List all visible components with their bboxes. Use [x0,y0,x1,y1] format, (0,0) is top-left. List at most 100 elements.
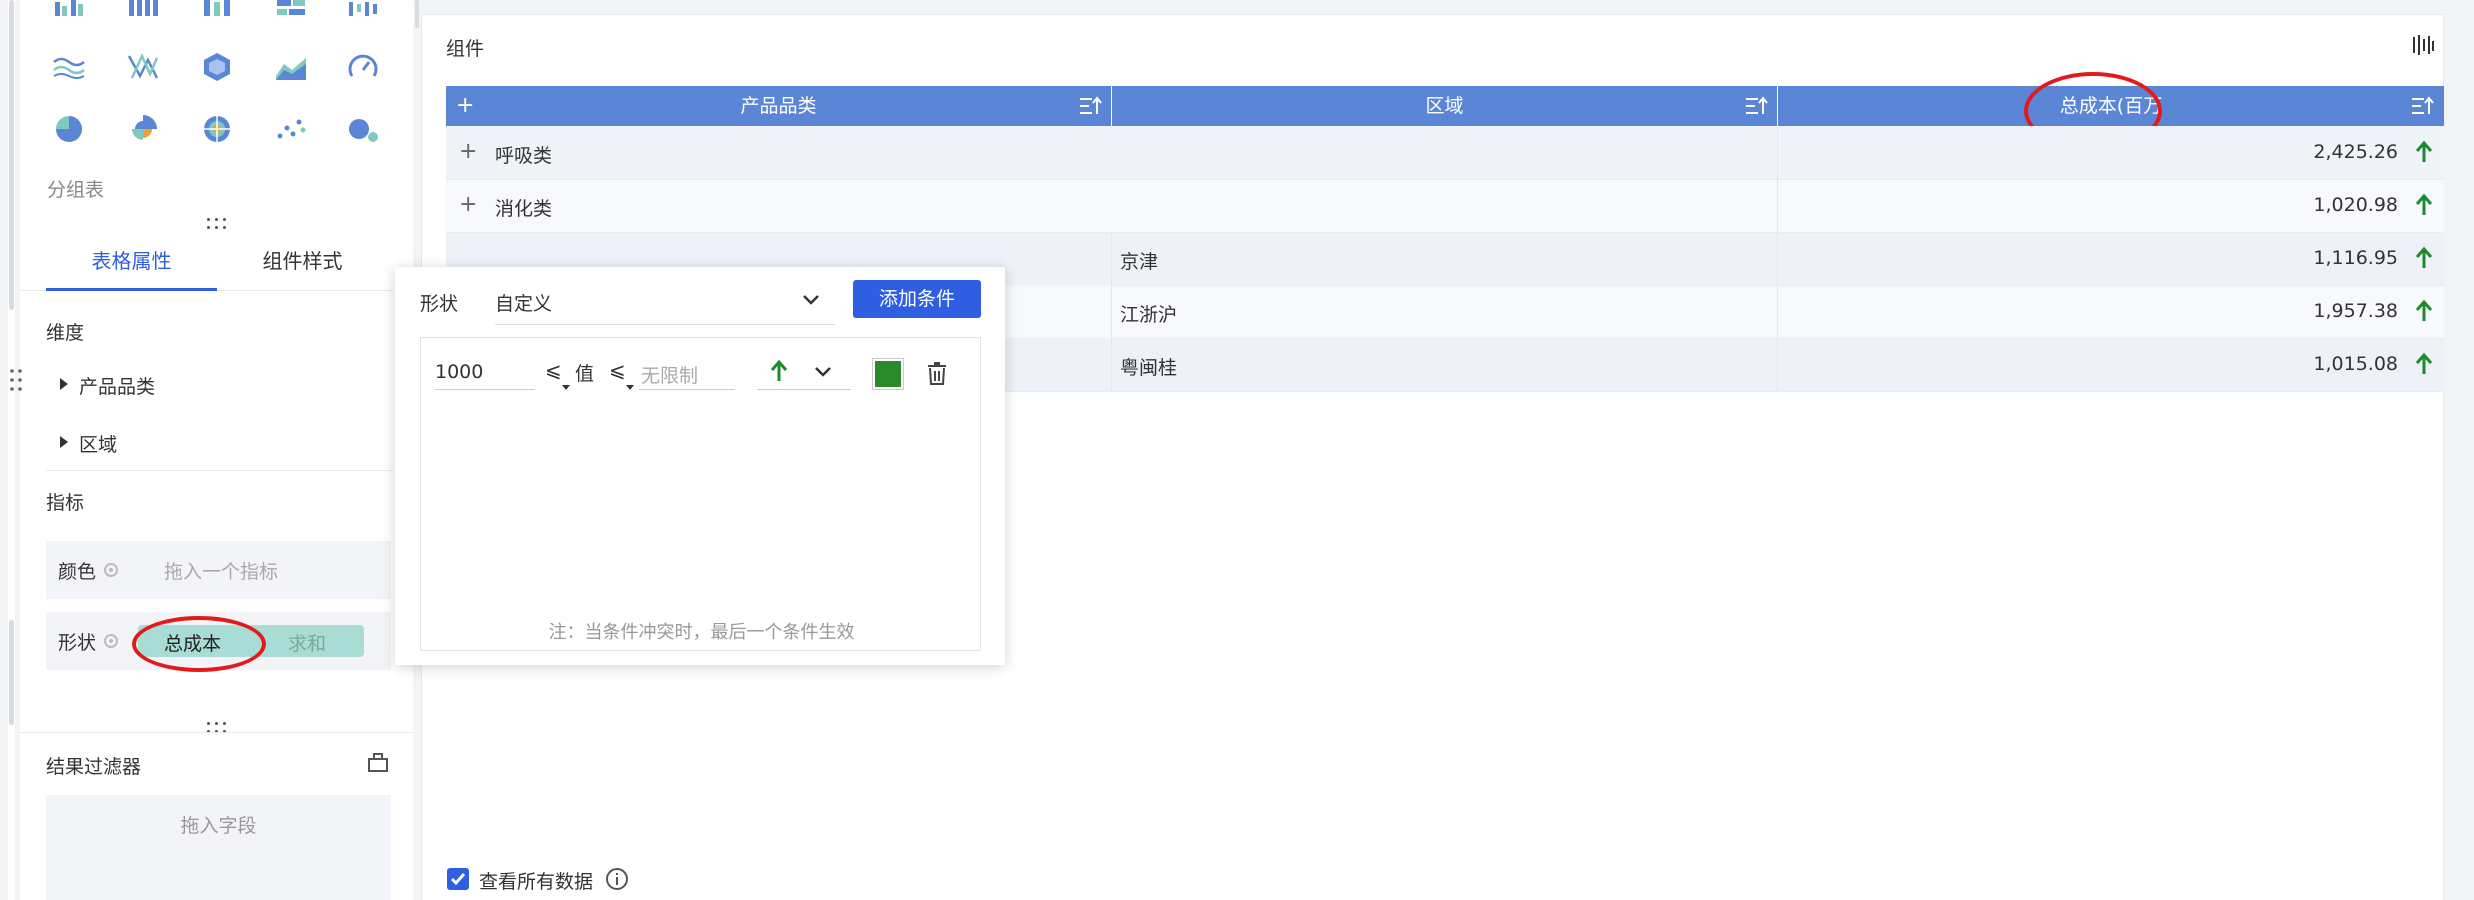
expand-row-icon[interactable]: + [459,192,477,217]
caret-down-icon[interactable] [625,384,635,392]
column-header-region[interactable]: 区域 [1112,86,1777,126]
pie-chart-icon[interactable] [52,112,86,146]
expand-caret-icon[interactable] [60,378,68,390]
color-field-row[interactable]: 颜色 拖入一个指标 [46,541,391,599]
column-header-category[interactable]: + 产品品类 [446,86,1111,126]
row-value: 2,425.26 [2313,141,2398,163]
shape-label: 形状 [58,632,97,654]
drag-handle-icon[interactable] [0,368,30,392]
row-value: 1,020.98 [2313,194,2398,216]
shape-icon-select[interactable] [757,356,851,390]
table-row[interactable] [446,126,2444,179]
row-category: 消化类 [495,198,553,220]
table-settings-icon[interactable] [2410,32,2436,58]
tab-active-indicator [46,288,217,291]
condition-min-value: 1000 [435,361,484,383]
popup-shape-label: 形状 [420,293,459,315]
area-chart-icon[interactable] [274,50,308,84]
dimension-item-region[interactable]: 区域 [79,430,117,457]
tab-component-style[interactable]: 组件样式 [217,232,388,290]
dimension-title: 维度 [46,322,85,344]
gear-icon[interactable] [102,632,120,650]
sunburst-icon[interactable] [200,112,234,146]
row-value: 1,957.38 [2313,300,2398,322]
tab-table-properties[interactable]: 表格属性 [46,232,217,290]
expand-all-icon[interactable]: + [456,86,474,126]
condition-list: 1000 ⩽ 值 ⩽ 无限制 注：当条件冲突时，最后一个条件生效 [420,337,981,651]
up-arrow-icon [770,359,788,381]
column-divider [1777,126,1778,391]
up-arrow-icon [2415,246,2433,268]
section-divider [20,732,413,733]
sort-icon[interactable] [1744,96,1768,116]
info-icon[interactable] [605,867,629,891]
add-condition-button[interactable]: 添加条件 [853,280,981,318]
condition-min-input[interactable]: 1000 [435,356,535,390]
operator-select[interactable]: ⩽ [545,358,562,382]
view-all-checkbox[interactable] [447,868,469,890]
value-label: 值 [575,363,595,385]
filter-settings-icon[interactable] [367,752,389,774]
stacked-bar-icon[interactable] [200,0,234,22]
row-divider [1112,285,2444,286]
conflict-note: 注：当条件冲突时，最后一个条件生效 [548,622,855,643]
row-region: 京津 [1120,251,1159,273]
component-title: 组件 [446,38,485,60]
color-placeholder: 拖入一个指标 [164,561,279,583]
color-swatch[interactable] [872,358,904,390]
waterfall-icon[interactable] [346,0,380,22]
row-divider [446,179,2444,180]
condition-max-input[interactable]: 无限制 [639,356,735,390]
row-region: 粤闽桂 [1120,357,1178,379]
up-arrow-icon [2415,193,2433,215]
row-divider [1112,338,2444,339]
column-divider [1111,232,1112,391]
caret-down-icon[interactable] [561,384,571,392]
gear-icon[interactable] [102,561,120,579]
column-header-label: 区域 [1425,95,1464,117]
rose-chart-icon[interactable] [126,112,160,146]
filter-placeholder: 拖入字段 [180,815,257,837]
sort-icon[interactable] [2410,96,2434,116]
view-all-label[interactable]: 查看所有数据 [479,867,593,894]
header-divider [1777,86,1778,126]
resize-grip-bottom[interactable] [207,722,229,738]
table-row[interactable] [446,179,2444,232]
bar-chart-icon[interactable] [126,0,160,22]
expand-row-icon[interactable]: + [459,139,477,164]
shape-metric-agg[interactable]: 求和 [288,629,326,656]
chevron-down-icon[interactable] [813,365,833,379]
line-chart-icon[interactable] [52,50,86,84]
dimension-item-category[interactable]: 产品品类 [79,372,155,399]
shape-select[interactable]: 自定义 [495,279,835,325]
annotation-circle-shape [132,616,266,672]
filter-drop-zone[interactable]: 拖入字段 [46,795,391,900]
up-arrow-icon [2415,140,2433,162]
column-header-label: 产品品类 [740,95,817,117]
chevron-down-icon[interactable] [801,293,821,307]
scatter-icon[interactable] [274,112,308,146]
left-scrollbar[interactable] [8,0,15,900]
condition-max-placeholder: 无限制 [641,365,699,387]
row-value: 1,015.08 [2313,353,2398,375]
operator-select[interactable]: ⩽ [609,358,626,382]
up-arrow-icon [2415,352,2433,374]
trash-icon[interactable] [925,360,949,386]
horizontal-bar-icon[interactable] [274,0,308,22]
grouped-bar-icon[interactable] [52,0,86,22]
row-region: 江浙沪 [1120,304,1178,326]
filter-title: 结果过滤器 [46,756,142,778]
up-arrow-icon [2415,299,2433,321]
bubble-icon[interactable] [346,112,380,146]
color-label: 颜色 [58,561,97,583]
radar-icon[interactable] [126,50,160,84]
header-divider [1111,86,1112,126]
hexagon-icon[interactable] [200,50,234,84]
section-divider [46,470,393,471]
metric-title: 指标 [46,492,85,514]
gauge-icon[interactable] [346,50,380,84]
expand-caret-icon[interactable] [60,436,68,448]
sort-icon[interactable] [1078,96,1102,116]
shape-select-value: 自定义 [495,293,553,315]
chart-type-label: 分组表 [47,179,105,201]
